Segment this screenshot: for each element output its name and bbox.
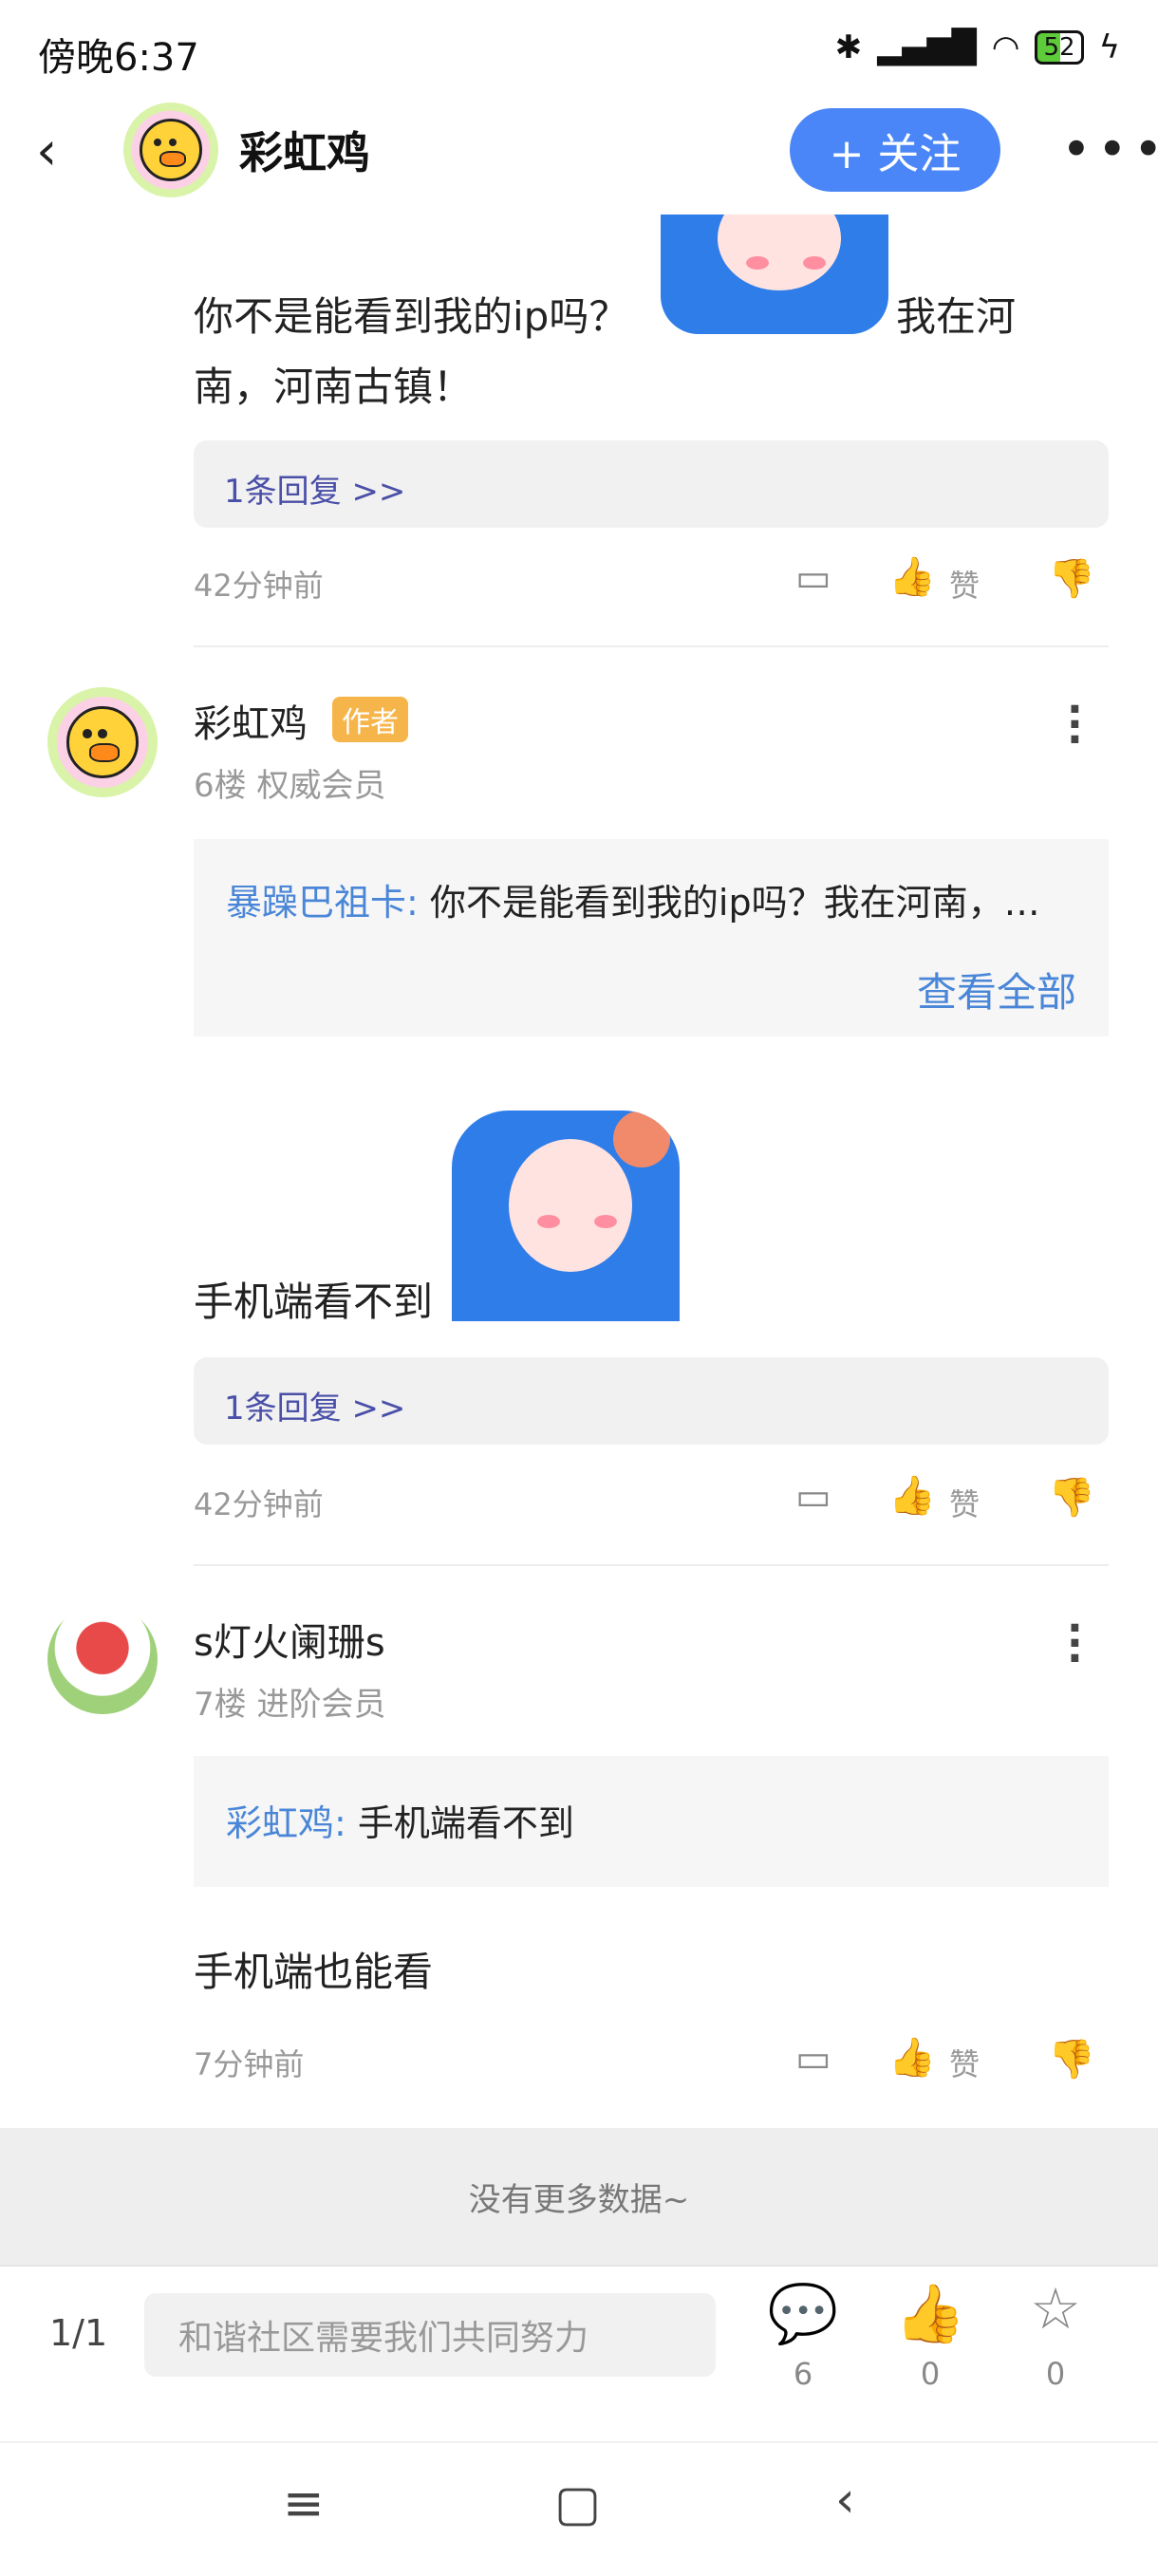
sticker-image (452, 1111, 680, 1321)
quote-username[interactable]: 彩虹鸡: (226, 1802, 346, 1844)
avatar[interactable] (47, 687, 158, 797)
avatar[interactable] (47, 1604, 158, 1714)
thumbs-up-icon[interactable]: 👍 (888, 2035, 936, 2080)
comment-count: 6 (793, 2356, 813, 2392)
comment-icon[interactable]: 💬 (756, 2280, 850, 2347)
status-icons: ✱ ▂▄▆█ ◠ 52 ϟ (835, 28, 1120, 66)
comment-text: 手机端看不到 (194, 1279, 434, 1325)
back-icon[interactable]: ‹ (36, 123, 74, 180)
divider (194, 1564, 1109, 1566)
wifi-icon: ◠ (991, 28, 1020, 66)
sticker-image (661, 215, 888, 334)
thumbs-down-icon[interactable]: 👎 (1048, 2037, 1095, 2081)
thumbs-up-icon[interactable]: 👍 (883, 2280, 978, 2347)
username[interactable]: s灯火阑珊s (194, 1612, 385, 1667)
comment-icon[interactable]: ▭ (795, 2037, 831, 2081)
divider (194, 645, 1109, 647)
follow-button[interactable]: + 关注 (790, 108, 1000, 192)
thumbs-down-icon[interactable]: 👎 (1048, 556, 1095, 601)
comment-text: 我在河 (896, 293, 1017, 340)
more-horizontal-icon[interactable]: ••• (1061, 120, 1158, 179)
comment-input[interactable]: 和谐社区需要我们共同努力 (144, 2293, 716, 2377)
quote-text: 你不是能看到我的ip吗？我在河南，… (418, 882, 1040, 924)
header-avatar[interactable] (123, 103, 218, 197)
header-title: 彩虹鸡 (239, 127, 370, 178)
floor-info: 7楼 进阶会员 (194, 1686, 386, 1724)
status-time: 傍晚6:37 (38, 36, 199, 80)
thumbs-up-icon[interactable]: 👍 (888, 554, 936, 599)
star-icon[interactable]: ☆ (1008, 2276, 1103, 2343)
comment-icon[interactable]: ▭ (795, 1475, 831, 1519)
battery-icon: 52 (1035, 30, 1084, 65)
quote-text: 手机端看不到 (346, 1802, 574, 1844)
replies-label: 1条回复 >> (224, 1390, 406, 1428)
more-vertical-icon[interactable]: · · · (1067, 689, 1083, 761)
comment-text: 南，河南古镇！ (194, 364, 474, 410)
no-more-data: 没有更多数据~ (0, 2128, 1158, 2265)
comment-time: 42分钟前 (194, 568, 324, 604)
bluetooth-icon: ✱ (834, 28, 863, 66)
view-all-link[interactable]: 查看全部 (917, 961, 1076, 1018)
like-count: 0 (920, 2356, 941, 2392)
nav-back-icon[interactable]: ‹ (835, 2472, 855, 2529)
comment-text: 手机端也能看 (194, 1949, 434, 1995)
comment-text: 你不是能看到我的ip吗？ (194, 293, 629, 340)
replies-button[interactable]: 1条回复 >> (194, 440, 1109, 528)
star-count: 0 (1045, 2356, 1066, 2392)
username[interactable]: 彩虹鸡 (194, 693, 308, 748)
thumbs-down-icon[interactable]: 👎 (1048, 1475, 1095, 1520)
like-label[interactable]: 赞 (949, 562, 980, 606)
menu-icon[interactable]: ≡ (283, 2475, 325, 2532)
floor-info: 6楼 权威会员 (194, 767, 386, 805)
comment-icon[interactable]: ▭ (795, 556, 831, 600)
charging-icon: ϟ (1098, 28, 1120, 66)
comment-time: 42分钟前 (194, 1486, 324, 1522)
quoted-comment[interactable]: 彩虹鸡: 手机端看不到 (194, 1756, 1109, 1887)
replies-button[interactable]: 1条回复 >> (194, 1357, 1109, 1445)
like-label[interactable]: 赞 (949, 2041, 980, 2084)
thumbs-up-icon[interactable]: 👍 (888, 1473, 936, 1518)
author-badge: 作者 (332, 697, 408, 742)
more-vertical-icon[interactable]: · · · (1067, 1608, 1083, 1680)
quoted-comment[interactable]: 暴躁巴祖卡: 你不是能看到我的ip吗？我在河南，… 查看全部 (194, 839, 1109, 1036)
quote-username[interactable]: 暴躁巴祖卡: (226, 882, 419, 924)
page-indicator: 1/1 (49, 2312, 108, 2354)
replies-label: 1条回复 >> (224, 473, 406, 511)
comment-time: 7分钟前 (194, 2046, 305, 2082)
signal-icon: ▂▄▆█ (877, 28, 977, 66)
home-icon[interactable]: ▢ (554, 2475, 601, 2532)
like-label[interactable]: 赞 (949, 1481, 980, 1524)
